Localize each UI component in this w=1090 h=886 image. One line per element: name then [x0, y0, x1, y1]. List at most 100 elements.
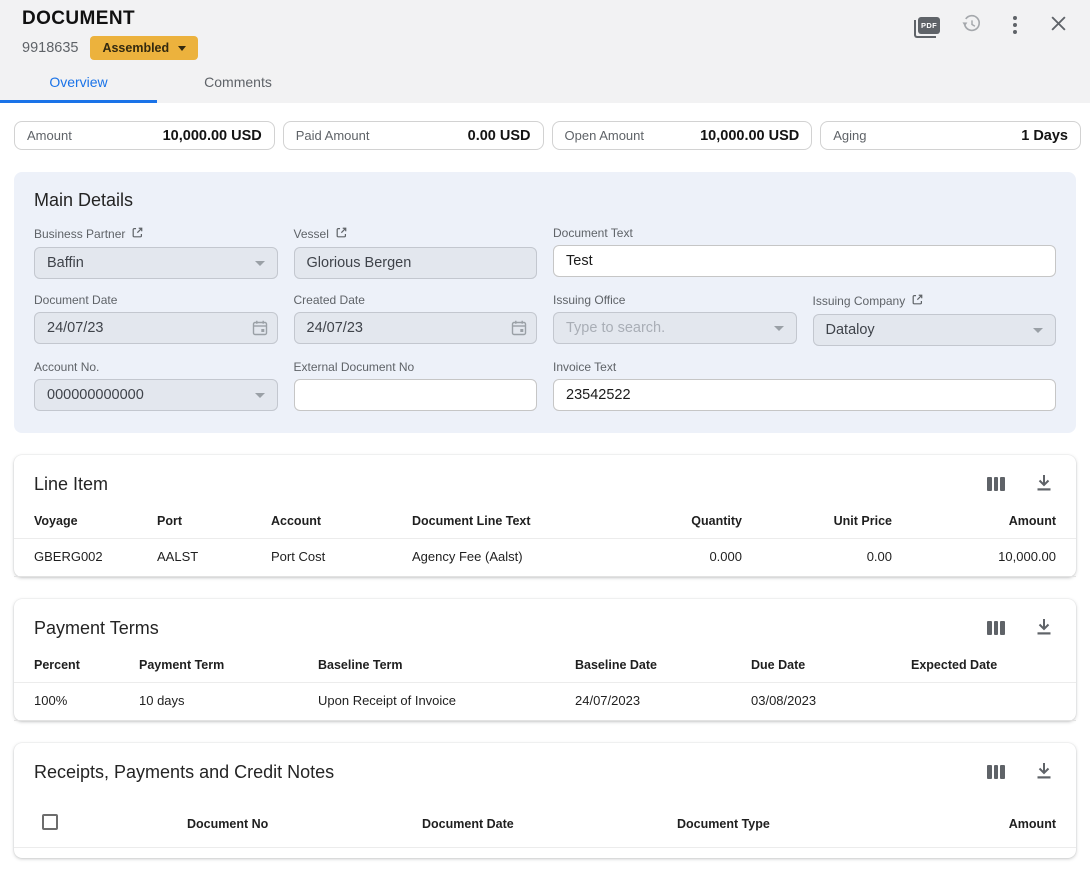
- chevron-down-icon: [178, 46, 186, 51]
- business-partner-select[interactable]: [34, 247, 278, 279]
- created-date-field[interactable]: [294, 312, 538, 344]
- cell-payment-term: 10 days: [131, 683, 310, 721]
- document-text-input[interactable]: [553, 245, 1056, 277]
- export-pdf-button[interactable]: PDF: [917, 13, 941, 37]
- summary-value: 1 Days: [1021, 128, 1068, 144]
- field-vessel: Vessel: [294, 226, 538, 279]
- table-header-row: Document No Document Date Document Type …: [14, 788, 1076, 848]
- history-icon: [961, 13, 983, 38]
- history-button[interactable]: [960, 13, 984, 37]
- pdf-icon: PDF: [918, 16, 940, 34]
- columns-icon: [987, 477, 1005, 491]
- cell-document-line-text: Agency Fee (Aalst): [404, 539, 630, 577]
- external-document-no-input[interactable]: [294, 379, 538, 411]
- vessel-field[interactable]: [294, 247, 538, 279]
- cell-port: AALST: [149, 539, 263, 577]
- close-button[interactable]: [1046, 13, 1070, 37]
- invoice-text-input[interactable]: [553, 379, 1056, 411]
- columns-button[interactable]: [984, 472, 1008, 496]
- issuing-office-select[interactable]: [553, 312, 797, 344]
- column-header[interactable]: Expected Date: [903, 644, 1076, 683]
- column-header[interactable]: Document Type: [669, 788, 929, 848]
- section-title-main-details: Main Details: [34, 190, 1056, 211]
- table-header-row: Percent Payment Term Baseline Term Basel…: [14, 644, 1076, 683]
- tab-overview[interactable]: Overview: [0, 64, 157, 103]
- summary-card-amount: Amount 10,000.00 USD: [14, 121, 275, 150]
- line-item-section: Line Item Voyage Port Accou: [14, 455, 1076, 577]
- column-header[interactable]: Document Date: [414, 788, 669, 848]
- line-item-table: Voyage Port Account Document Line Text Q…: [14, 500, 1076, 577]
- external-link-icon[interactable]: [335, 226, 348, 242]
- column-header[interactable]: Payment Term: [131, 644, 310, 683]
- document-number: 9918635: [22, 40, 78, 56]
- receipts-section: Receipts, Payments and Credit Notes: [14, 743, 1076, 858]
- external-link-icon[interactable]: [131, 226, 144, 242]
- download-button[interactable]: [1032, 616, 1056, 640]
- cell-expected-date: [903, 683, 1076, 721]
- field-label: External Document No: [294, 360, 415, 374]
- column-header[interactable]: Baseline Date: [567, 644, 743, 683]
- field-label: Document Date: [34, 293, 117, 307]
- document-meta: 9918635 Assembled: [22, 36, 198, 60]
- summary-card-open-amount: Open Amount 10,000.00 USD: [552, 121, 813, 150]
- column-header[interactable]: Voyage: [14, 500, 149, 539]
- section-title-line-item: Line Item: [34, 474, 108, 495]
- more-options-button[interactable]: [1003, 13, 1027, 37]
- field-label: Issuing Company: [813, 294, 906, 308]
- status-badge[interactable]: Assembled: [90, 36, 198, 60]
- close-icon: [1050, 15, 1067, 35]
- column-header[interactable]: Document Line Text: [404, 500, 630, 539]
- main-details-section: Main Details Business Partner Vessel: [14, 172, 1076, 433]
- cell-percent: 100%: [14, 683, 131, 721]
- tab-comments[interactable]: Comments: [157, 64, 319, 103]
- columns-button[interactable]: [984, 616, 1008, 640]
- field-label: Document Text: [553, 226, 633, 240]
- download-icon: [1036, 618, 1052, 639]
- field-document-date: Document Date: [34, 293, 278, 346]
- table-row[interactable]: 100% 10 days Upon Receipt of Invoice 24/…: [14, 683, 1076, 721]
- summary-card-paid-amount: Paid Amount 0.00 USD: [283, 121, 544, 150]
- column-header[interactable]: Percent: [14, 644, 131, 683]
- column-header[interactable]: Quantity: [630, 500, 750, 539]
- account-no-select[interactable]: [34, 379, 278, 411]
- status-badge-label: Assembled: [102, 41, 169, 55]
- column-header[interactable]: Account: [263, 500, 404, 539]
- field-label: Business Partner: [34, 227, 125, 241]
- table-header-row: Voyage Port Account Document Line Text Q…: [14, 500, 1076, 539]
- columns-button[interactable]: [984, 760, 1008, 784]
- cell-amount: 10,000.00: [900, 539, 1076, 577]
- document-header: DOCUMENT 9918635 Assembled PDF: [0, 0, 1090, 103]
- columns-icon: [987, 621, 1005, 635]
- summary-value: 10,000.00 USD: [163, 128, 262, 144]
- select-all-checkbox[interactable]: [42, 814, 58, 830]
- issuing-company-select[interactable]: [813, 314, 1057, 346]
- field-label: Account No.: [34, 360, 99, 374]
- table-row[interactable]: GBERG002 AALST Port Cost Agency Fee (Aal…: [14, 539, 1076, 577]
- field-invoice-text: Invoice Text: [553, 360, 1056, 411]
- summary-value: 10,000.00 USD: [700, 128, 799, 144]
- download-button[interactable]: [1032, 472, 1056, 496]
- column-header[interactable]: Baseline Term: [310, 644, 567, 683]
- cell-due-date: 03/08/2023: [743, 683, 903, 721]
- section-title-receipts: Receipts, Payments and Credit Notes: [34, 762, 334, 783]
- field-issuing-office: Issuing Office: [553, 293, 797, 346]
- cell-baseline-date: 24/07/2023: [567, 683, 743, 721]
- cell-quantity: 0.000: [630, 539, 750, 577]
- download-button[interactable]: [1032, 760, 1056, 784]
- summary-cards: Amount 10,000.00 USD Paid Amount 0.00 US…: [14, 121, 1081, 150]
- column-header[interactable]: Unit Price: [750, 500, 900, 539]
- external-link-icon[interactable]: [911, 293, 924, 309]
- field-account-no: Account No.: [34, 360, 278, 411]
- column-header[interactable]: Document No: [179, 788, 414, 848]
- column-header[interactable]: Due Date: [743, 644, 903, 683]
- document-date-field[interactable]: [34, 312, 278, 344]
- payment-terms-table: Percent Payment Term Baseline Term Basel…: [14, 644, 1076, 721]
- field-external-document-no: External Document No: [294, 360, 538, 411]
- cell-unit-price: 0.00: [750, 539, 900, 577]
- cell-voyage: GBERG002: [14, 539, 149, 577]
- summary-card-aging: Aging 1 Days: [820, 121, 1081, 150]
- column-header[interactable]: Amount: [900, 500, 1076, 539]
- column-header[interactable]: Amount: [929, 788, 1076, 848]
- column-header[interactable]: Port: [149, 500, 263, 539]
- summary-label: Amount: [27, 128, 72, 143]
